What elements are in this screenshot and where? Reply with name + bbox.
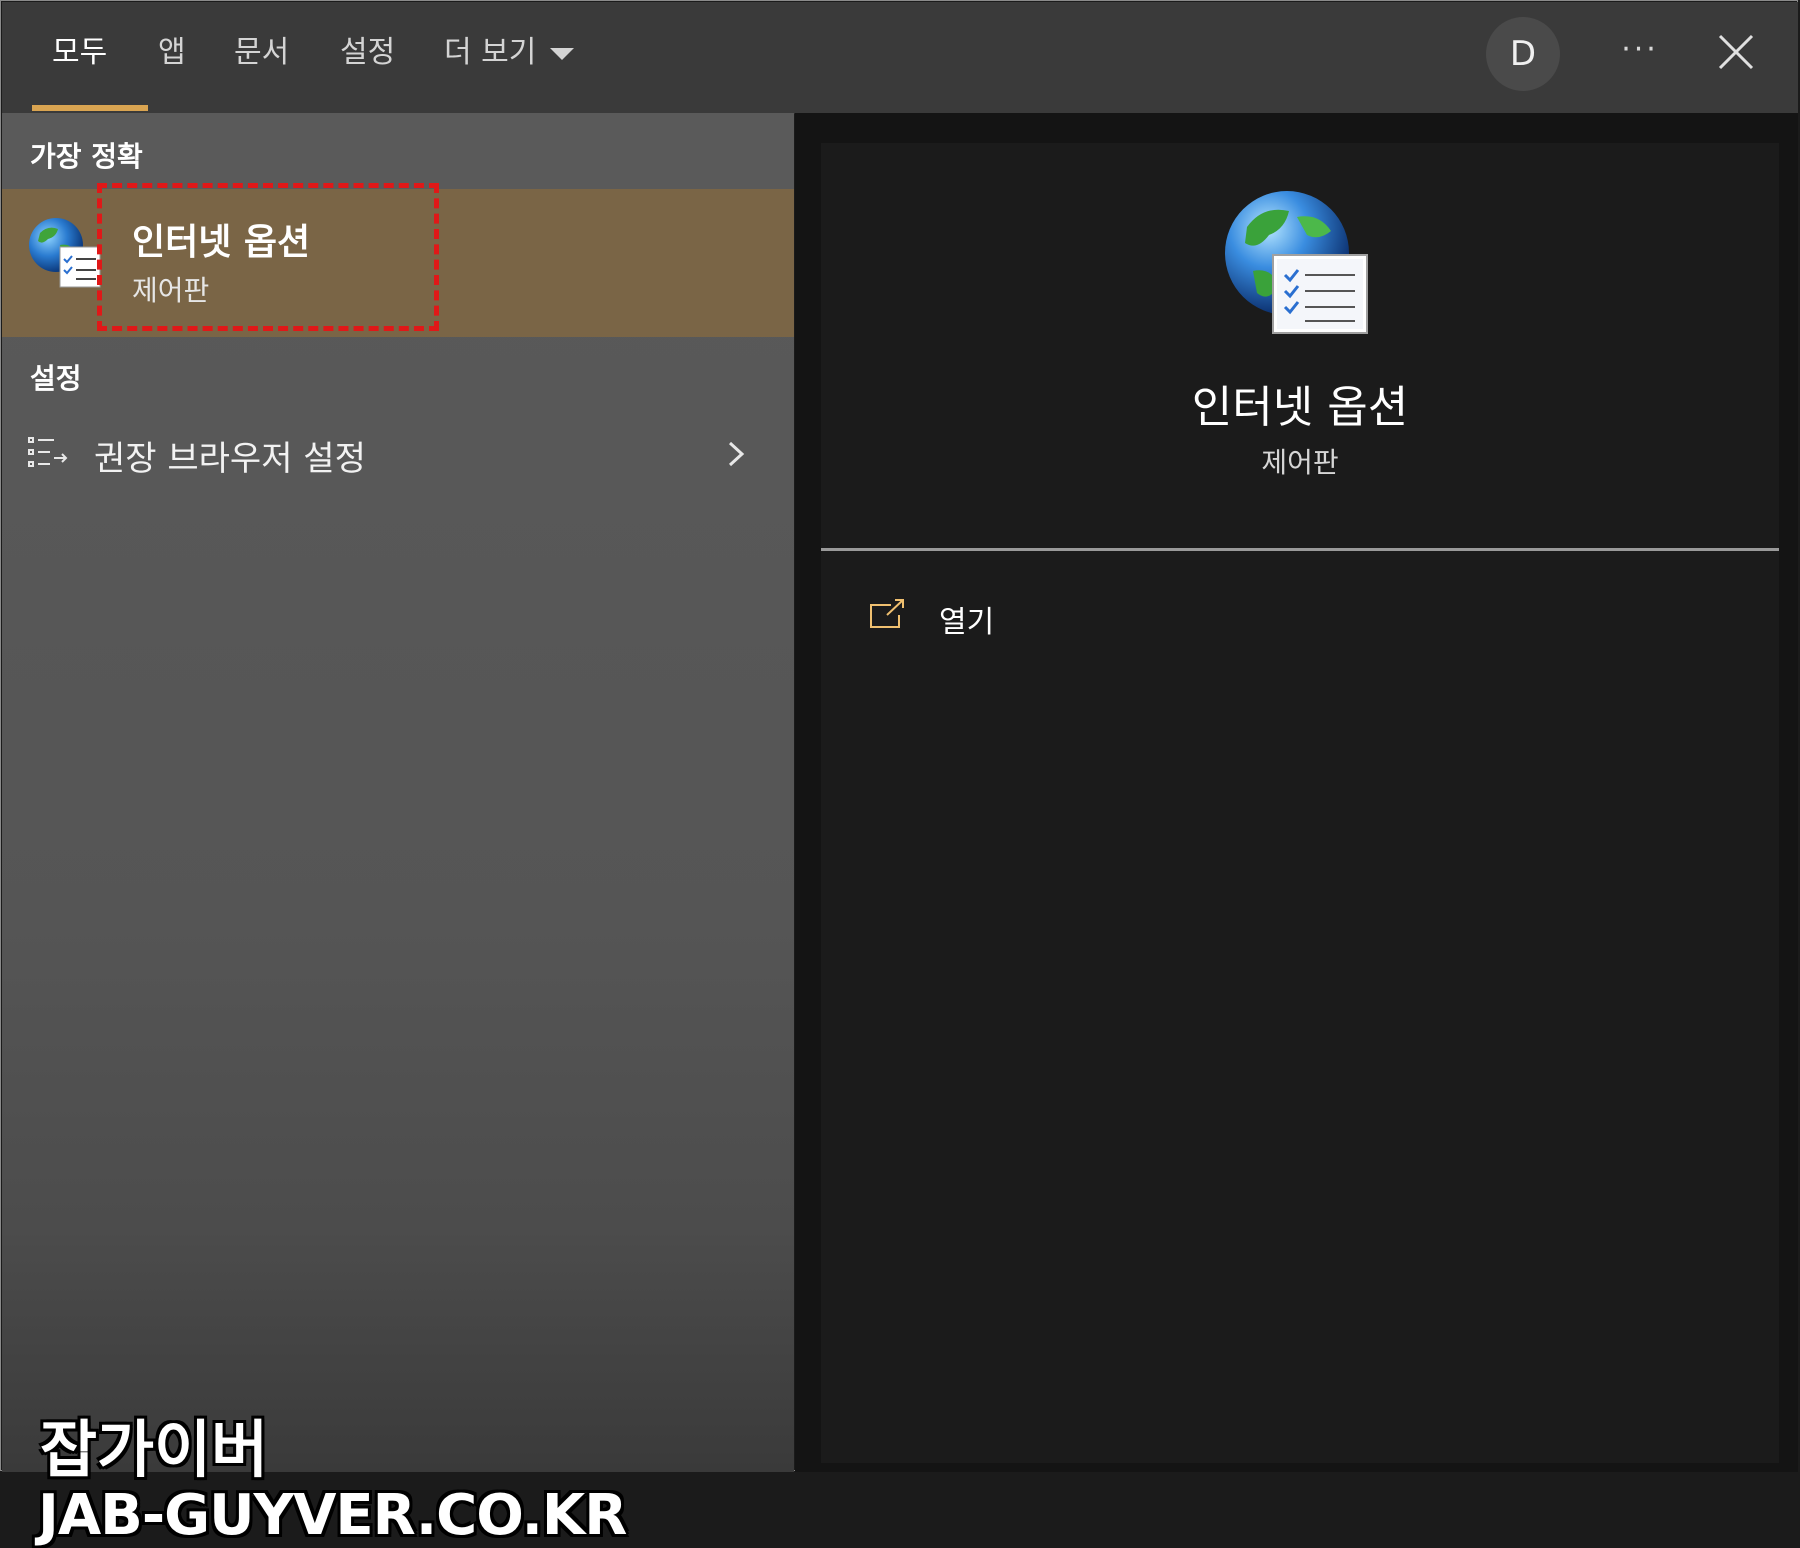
open-action-label: 열기 xyxy=(939,605,995,640)
chevron-right-icon xyxy=(728,441,745,467)
search-window: 모두 앱 문서 설정 더 보기 D ··· 가장 정확 인터넷 옵션 제어판 설… xyxy=(0,0,1798,1548)
more-options-button[interactable]: ··· xyxy=(1618,20,1662,80)
tab-apps[interactable]: 앱 xyxy=(158,28,186,78)
watermark-url: JAB-GUYVER.CO.KR xyxy=(38,1483,627,1548)
close-icon xyxy=(1718,34,1754,70)
caret-down-icon xyxy=(550,47,575,60)
active-tab-indicator xyxy=(32,105,148,111)
result-subtitle: 제어판 xyxy=(132,274,210,307)
setting-item-label: 권장 브라우저 설정 xyxy=(94,439,366,479)
setting-item-default-browser[interactable]: 권장 브라우저 설정 xyxy=(2,409,794,499)
detail-title: 인터넷 옵션 xyxy=(1191,382,1409,433)
detail-subtitle: 제어판 xyxy=(1261,446,1339,479)
results-pane: 가장 정확 인터넷 옵션 제어판 설정 권장 브라우저 설정 잡가이버 JAB-… xyxy=(2,113,794,1548)
best-match-result[interactable]: 인터넷 옵션 제어판 xyxy=(2,183,794,337)
open-action[interactable]: 열기 xyxy=(869,591,1169,651)
browser-settings-icon xyxy=(28,437,68,467)
internet-options-large-icon xyxy=(1225,191,1368,334)
detail-card: 인터넷 옵션 제어판 열기 xyxy=(821,143,1779,1463)
tab-settings[interactable]: 설정 xyxy=(340,28,395,78)
tab-documents[interactable]: 문서 xyxy=(234,28,289,78)
divider xyxy=(821,548,1779,551)
result-title: 인터넷 옵션 xyxy=(132,222,311,263)
tab-more-label: 더 보기 xyxy=(444,35,537,70)
tab-more[interactable]: 더 보기 xyxy=(444,28,575,78)
best-match-header: 가장 정확 xyxy=(30,140,143,173)
close-button[interactable] xyxy=(1712,28,1760,76)
internet-options-icon xyxy=(29,218,101,288)
search-tabs-bar: 모두 앱 문서 설정 더 보기 D ··· xyxy=(2,2,1798,114)
detail-pane: 인터넷 옵션 제어판 열기 xyxy=(795,113,1798,1472)
open-icon xyxy=(870,599,904,628)
account-avatar[interactable]: D xyxy=(1486,17,1560,91)
tab-all[interactable]: 모두 xyxy=(52,28,107,78)
watermark-korean: 잡가이버 xyxy=(40,1413,269,1486)
settings-header: 설정 xyxy=(30,362,82,395)
